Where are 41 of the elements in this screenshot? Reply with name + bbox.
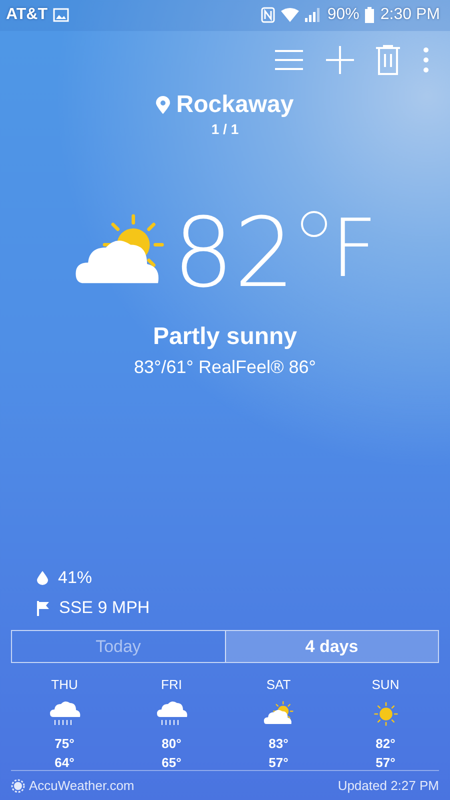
high-temperature: 83°	[268, 736, 288, 752]
temperature-details: 83°/61° RealFeel® 86°	[133, 357, 317, 378]
source-link[interactable]: AccuWeather.com	[29, 778, 134, 794]
add-button[interactable]	[326, 46, 354, 74]
low-temperature: 64°	[54, 755, 74, 770]
flag-icon	[37, 600, 49, 616]
temperature: 82	[172, 205, 296, 302]
low-temperature: 57°	[376, 755, 396, 770]
sun-logo-icon	[11, 778, 25, 793]
menu-button[interactable]	[274, 48, 304, 72]
city-name: Rockaway	[176, 91, 294, 120]
low-temperature: 57°	[268, 755, 288, 770]
nfc-icon	[261, 7, 276, 24]
humidity: 41%	[58, 568, 92, 588]
image-icon	[53, 8, 70, 22]
high-temperature: 82°	[376, 736, 396, 752]
condition: Partly sunny	[152, 323, 298, 352]
day-name: SUN	[372, 677, 400, 692]
trash-button[interactable]	[376, 44, 400, 75]
day-name: THU	[51, 677, 78, 692]
wind: SSE 9 MPH	[59, 598, 150, 618]
high-temperature: 75°	[54, 736, 74, 752]
battery-percent: 90%	[327, 6, 360, 24]
temperature-unit: F	[331, 209, 378, 290]
updated-time: Updated 2:27 PM	[338, 778, 439, 794]
tab[interactable]: 4 days	[224, 631, 438, 662]
high-temperature: 80°	[162, 736, 182, 752]
more-options-button[interactable]	[422, 46, 430, 74]
location-pin-icon	[156, 96, 170, 114]
carrier-name: AT&T	[6, 6, 48, 24]
signal-icon	[305, 8, 322, 22]
droplet-icon	[37, 571, 48, 586]
tab[interactable]: Today	[12, 631, 224, 662]
page-indicator: 1 / 1	[211, 121, 239, 138]
clock: 2:30 PM	[380, 6, 440, 24]
day-name: SAT	[266, 677, 291, 692]
day-name: FRI	[161, 677, 182, 692]
degree-icon	[301, 211, 328, 238]
wifi-icon	[281, 8, 300, 22]
battery-icon	[365, 7, 374, 24]
low-temperature: 65°	[162, 755, 182, 770]
